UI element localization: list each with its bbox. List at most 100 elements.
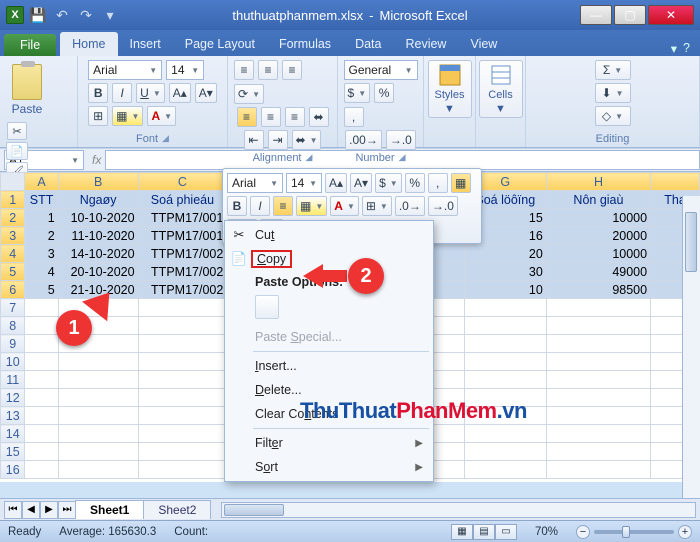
accounting-format-button[interactable]: $▼ <box>344 83 371 103</box>
zoom-out-button[interactable]: − <box>576 525 590 539</box>
tab-view[interactable]: View <box>458 32 509 56</box>
decrease-decimal-button[interactable]: →.0 <box>386 130 416 150</box>
fx-icon[interactable]: fx <box>92 153 101 167</box>
col-header-C[interactable]: C <box>138 173 227 191</box>
decrease-font-button[interactable]: A▾ <box>195 83 217 103</box>
tab-review[interactable]: Review <box>393 32 458 56</box>
col-header-H[interactable]: H <box>546 173 650 191</box>
mini-bold[interactable]: B <box>227 196 247 216</box>
mini-format-cells[interactable]: ▦ <box>451 173 471 193</box>
qat-customize-icon[interactable]: ▾ <box>100 5 120 25</box>
underline-button[interactable]: U▼ <box>136 83 165 103</box>
select-all-corner[interactable] <box>1 173 25 191</box>
mini-grow-font[interactable]: A▴ <box>325 173 347 193</box>
horizontal-scrollbar[interactable] <box>221 502 696 518</box>
number-format-combo[interactable]: General▼ <box>344 60 418 80</box>
align-right-button[interactable]: ≡ <box>285 107 305 127</box>
ctx-sort[interactable]: Sort▶ <box>225 455 433 479</box>
sheet-nav-first[interactable]: ⏮ <box>4 501 22 519</box>
increase-decimal-button[interactable]: .00→ <box>345 130 382 150</box>
alignment-dialog-launcher[interactable]: ◢ <box>306 152 313 164</box>
percent-format-button[interactable]: % <box>374 83 394 103</box>
mini-borders[interactable]: ⊞▼ <box>362 196 392 216</box>
align-bottom-button[interactable]: ≡ <box>282 60 302 80</box>
number-dialog-launcher[interactable]: ◢ <box>399 152 406 164</box>
sheet-nav-last[interactable]: ⏭ <box>58 501 76 519</box>
minimize-button[interactable]: — <box>580 5 612 25</box>
sheet-tab-2[interactable]: Sheet2 <box>143 500 211 519</box>
fill-color-button[interactable]: ▦▼ <box>112 106 143 126</box>
mini-comma[interactable]: , <box>428 173 448 193</box>
merge-center-button[interactable]: ⬌▼ <box>292 130 322 150</box>
wrap-text-button[interactable]: ⬌ <box>309 107 329 127</box>
increase-indent-button[interactable]: ⇥ <box>268 130 288 150</box>
tab-data[interactable]: Data <box>343 32 393 56</box>
italic-button[interactable]: I <box>112 83 132 103</box>
align-top-button[interactable]: ≡ <box>234 60 254 80</box>
sheet-tab-1[interactable]: Sheet1 <box>75 500 144 519</box>
mini-italic[interactable]: I <box>250 196 270 216</box>
tab-formulas[interactable]: Formulas <box>267 32 343 56</box>
mini-fill-color[interactable]: ▦▼ <box>296 196 327 216</box>
file-tab[interactable]: File <box>4 34 56 56</box>
decrease-indent-button[interactable]: ⇤ <box>244 130 264 150</box>
zoom-slider[interactable]: − + <box>576 525 692 539</box>
col-header-A[interactable]: A <box>25 173 58 191</box>
mini-inc-decimal[interactable]: .0→ <box>395 196 425 216</box>
mini-font-color[interactable]: A▼ <box>330 196 359 216</box>
font-dialog-launcher[interactable]: ◢ <box>162 133 169 145</box>
qat-save-icon[interactable]: 💾 <box>28 5 48 25</box>
zoom-percent[interactable]: 70% <box>535 526 558 538</box>
tab-home[interactable]: Home <box>60 32 117 56</box>
borders-button[interactable]: ⊞ <box>88 106 108 126</box>
increase-font-button[interactable]: A▴ <box>169 83 191 103</box>
paste-button[interactable]: Paste <box>6 60 48 118</box>
close-window-button[interactable]: ✕ <box>648 5 694 25</box>
mini-currency[interactable]: $▼ <box>375 173 402 193</box>
font-color-button[interactable]: A▼ <box>147 106 176 126</box>
comma-format-button[interactable]: , <box>344 107 364 127</box>
help-icon[interactable]: ? <box>683 41 690 56</box>
col-header-B[interactable]: B <box>58 173 138 191</box>
orientation-button[interactable]: ⟳▼ <box>234 84 264 104</box>
cells-format-button[interactable]: Cells▼ <box>479 60 523 118</box>
sheet-nav-prev[interactable]: ◀ <box>22 501 40 519</box>
bold-button[interactable]: B <box>88 83 108 103</box>
vertical-scrollbar[interactable] <box>682 196 700 498</box>
ctx-copy[interactable]: 📄Copy <box>225 247 433 271</box>
view-page-layout-button[interactable]: ▤ <box>473 524 495 540</box>
excel-app-icon[interactable]: X <box>6 6 24 24</box>
view-normal-button[interactable]: ▦ <box>451 524 473 540</box>
mini-align-center[interactable]: ≡ <box>273 196 293 216</box>
ctx-filter[interactable]: Filter▶ <box>225 431 433 455</box>
sheet-nav-next[interactable]: ▶ <box>40 501 58 519</box>
mini-font-combo[interactable]: Arial▼ <box>227 173 283 193</box>
zoom-in-button[interactable]: + <box>678 525 692 539</box>
font-name-combo[interactable]: Arial▼ <box>88 60 162 80</box>
paste-option-1[interactable] <box>255 295 279 319</box>
mini-dec-decimal[interactable]: →.0 <box>428 196 458 216</box>
tab-insert[interactable]: Insert <box>118 32 173 56</box>
mini-shrink-font[interactable]: A▾ <box>350 173 372 193</box>
copy-button[interactable]: 📄 <box>6 142 28 160</box>
ctx-insert[interactable]: Insert... <box>225 354 433 378</box>
mini-percent[interactable]: % <box>405 173 425 193</box>
clear-button[interactable]: ◇▼ <box>595 106 631 126</box>
fill-button[interactable]: ⬇▼ <box>595 83 631 103</box>
view-page-break-button[interactable]: ▭ <box>495 524 517 540</box>
maximize-button[interactable]: ▢ <box>614 5 646 25</box>
align-left-button[interactable]: ≡ <box>237 107 257 127</box>
col-header-I[interactable] <box>651 173 700 191</box>
qat-undo-icon[interactable]: ↶ <box>52 5 72 25</box>
align-center-button[interactable]: ≡ <box>261 107 281 127</box>
minimize-ribbon-icon[interactable]: ▾ <box>671 41 677 56</box>
cut-button[interactable]: ✂ <box>7 122 27 140</box>
tab-page-layout[interactable]: Page Layout <box>173 32 267 56</box>
ctx-cut[interactable]: ✂Cut <box>225 223 433 247</box>
qat-redo-icon[interactable]: ↷ <box>76 5 96 25</box>
mini-size-combo[interactable]: 14▼ <box>286 173 322 193</box>
font-size-combo[interactable]: 14▼ <box>166 60 204 80</box>
autosum-button[interactable]: Σ▼ <box>595 60 631 80</box>
align-middle-button[interactable]: ≡ <box>258 60 278 80</box>
cell-styles-button[interactable]: Styles▼ <box>428 60 472 118</box>
